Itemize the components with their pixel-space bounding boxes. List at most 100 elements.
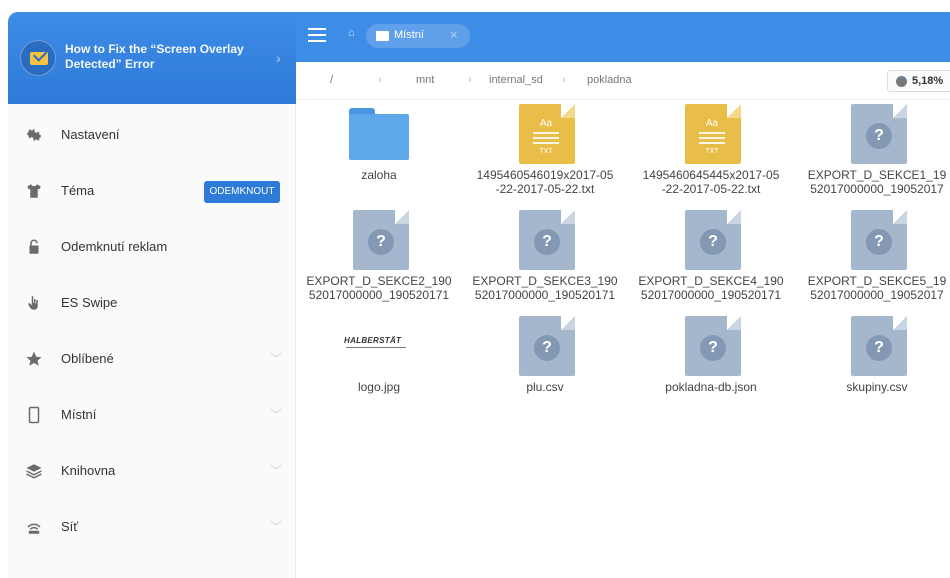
logo-text: HALBERSTÄT [344,336,402,345]
unknown-file-icon: ? [851,316,907,376]
chevron-down-icon: ﹀ [269,520,282,534]
menu-item-favorites[interactable]: Oblíbené ﹀ [8,332,296,388]
file-item[interactable]: Aa TXT 1495460546019x2017-05 -22-2017-05… [462,100,628,205]
breadcrumb-pokladna[interactable]: pokladna [587,74,632,86]
swipe-hand-icon [24,294,44,314]
folder-tab-icon [376,31,389,41]
network-icon [24,518,44,538]
file-ext: TXT [539,148,553,155]
chevron-right-icon: › [468,74,472,86]
menu-item-local[interactable]: Místní ﹀ [8,388,296,444]
unlock-theme-button[interactable]: ODEMKNOUT [204,181,280,203]
navigation-drawer: How to Fix the “Screen Overlay Detected”… [8,12,296,578]
text-file-icon: Aa TXT [685,104,741,164]
file-name-line2: 52017000000_190520171 [308,288,450,302]
home-icon[interactable]: ⌂ [348,27,355,39]
file-item[interactable]: ? plu.csv [462,312,628,417]
file-name-line1: 1495460645445x2017-05 [642,168,780,182]
file-name: pokladna-db.json [665,380,757,394]
menu-item-library[interactable]: Knihovna ﹀ [8,444,296,500]
file-name-line1: EXPORT_D_SEKCE2_190 [306,274,452,288]
storage-percent: 5,18% [912,75,944,87]
menu-label: Nastavení [61,127,120,142]
file-glyph: Aa [539,118,553,129]
question-mark-icon: ? [700,335,726,361]
menu-label: ES Swipe [61,295,118,310]
menu-label: Místní [61,407,97,422]
drawer-ad-banner[interactable]: How to Fix the “Screen Overlay Detected”… [8,12,296,104]
file-grid: zaloha Aa TXT 1495460546019x2017-05 -22-… [296,100,950,578]
chevron-down-icon: ﹀ [269,408,282,422]
menu-item-es-swipe[interactable]: ES Swipe [8,276,296,332]
file-name-line1: EXPORT_D_SEKCE1_19 [807,168,947,182]
file-name: zaloha [361,168,397,182]
menu-label: Odemknutí reklam [61,239,168,254]
file-name-line2: 52017000000_190520171 [474,288,616,302]
menu-label: Oblíbené [61,351,114,366]
chevron-right-icon: › [378,74,382,86]
menu-item-settings[interactable]: Nastavení [8,108,296,164]
question-mark-icon: ? [866,229,892,255]
unknown-file-icon: ? [353,210,409,270]
breadcrumb-root[interactable]: / [330,74,333,86]
question-mark-icon: ? [866,123,892,149]
file-item[interactable]: ? EXPORT_D_SEKCE4_190 52017000000_190520… [628,206,794,311]
app-frame: How to Fix the “Screen Overlay Detected”… [0,0,950,578]
file-glyph: Aa [705,118,719,129]
file-item[interactable]: ? EXPORT_D_SEKCE3_190 52017000000_190520… [462,206,628,311]
shirt-icon [24,182,44,202]
star-icon [24,350,44,370]
lock-icon [24,238,44,258]
question-mark-icon: ? [866,335,892,361]
file-name-line2: 52017000000_19052017 [810,288,944,302]
menu-item-remove-ads[interactable]: Odemknutí reklam [8,220,296,276]
layers-icon [24,462,44,482]
file-item[interactable]: ? EXPORT_D_SEKCE5_19 52017000000_1905201… [794,206,950,311]
question-mark-icon: ? [534,335,560,361]
file-item[interactable]: ? skupiny.csv [794,312,950,417]
unknown-file-icon: ? [519,210,575,270]
menu-label: Téma [61,183,95,198]
mail-icon [20,40,56,76]
hamburger-menu-icon[interactable] [308,28,326,42]
tab-local[interactable]: Místní × [366,24,470,48]
file-name-line2: -22-2017-05-22.txt [661,182,761,196]
file-item[interactable]: ? EXPORT_D_SEKCE2_190 52017000000_190520… [296,206,462,311]
menu-label: Síť [61,519,79,534]
file-name-line1: EXPORT_D_SEKCE3_190 [472,274,618,288]
unknown-file-icon: ? [851,210,907,270]
close-icon[interactable]: × [450,27,458,42]
file-ext: TXT [705,148,719,155]
file-name: plu.csv [526,380,564,394]
chevron-down-icon: ﹀ [269,464,282,478]
chevron-right-icon: › [276,50,281,66]
menu-item-network[interactable]: Síť ﹀ [8,500,296,556]
file-name-line2: 52017000000_19052017 [810,182,944,196]
chevron-right-icon: › [562,74,566,86]
file-item[interactable]: ? pokladna-db.json [628,312,794,417]
file-name-line2: 52017000000_190520171 [640,288,782,302]
question-mark-icon: ? [700,229,726,255]
file-name-line2: -22-2017-05-22.txt [495,182,595,196]
image-thumbnail-logo: HALBERSTÄT [344,336,414,356]
file-item[interactable]: Aa TXT 1495460645445x2017-05 -22-2017-05… [628,100,794,205]
breadcrumb-internal-sd[interactable]: internal_sd [489,74,543,86]
unknown-file-icon: ? [685,316,741,376]
question-mark-icon: ? [368,229,394,255]
file-item[interactable]: ? EXPORT_D_SEKCE1_19 52017000000_1905201… [794,100,950,205]
app-bar: ⌂ Místní × [296,12,950,62]
file-name: skupiny.csv [846,380,908,394]
menu-label: Knihovna [61,463,116,478]
question-mark-icon: ? [534,229,560,255]
tab-label: Místní [394,29,424,41]
unknown-file-icon: ? [851,104,907,164]
storage-pie-icon [896,76,907,87]
file-name: logo.jpg [357,380,401,394]
breadcrumb-mnt[interactable]: mnt [416,74,434,86]
file-item[interactable]: HALBERSTÄT logo.jpg [296,312,462,417]
unknown-file-icon: ? [519,316,575,376]
unknown-file-icon: ? [685,210,741,270]
file-item[interactable]: zaloha [296,100,462,205]
file-name-line1: EXPORT_D_SEKCE4_190 [638,274,784,288]
storage-indicator[interactable]: 5,18% [887,70,950,92]
